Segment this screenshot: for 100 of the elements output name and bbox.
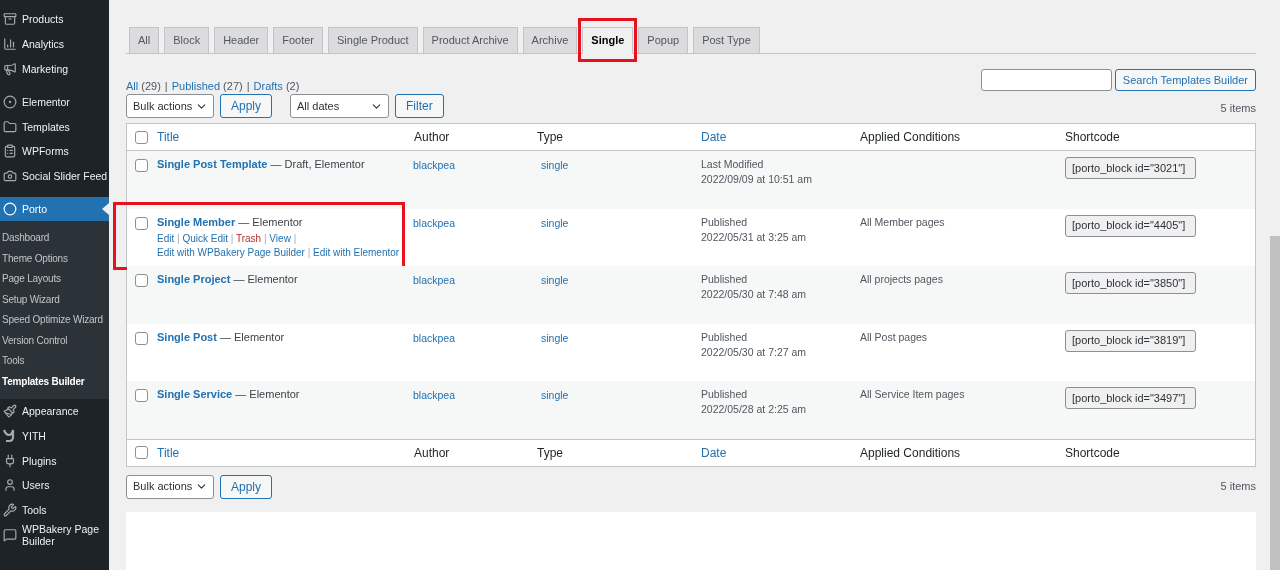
tab[interactable]: Single Product [328, 27, 418, 54]
date-value: 2022/09/09 at 10:51 am [701, 172, 813, 187]
shortcode-field[interactable]: [porto_block id="3819"] [1065, 329, 1196, 352]
checkbox[interactable] [135, 389, 148, 402]
type-link[interactable]: single [541, 216, 569, 229]
title-link[interactable]: Single Post Template [157, 158, 268, 170]
tab[interactable]: All [129, 27, 160, 54]
checkbox[interactable] [135, 159, 148, 172]
menu-item[interactable]: Plugins [0, 448, 109, 473]
author-link[interactable]: blackpea [413, 331, 456, 344]
conditions-text: All Post pages [860, 330, 928, 343]
dropdown[interactable]: All dates [290, 94, 390, 118]
menu-item[interactable]: Templates [0, 114, 109, 139]
date-value: 2022/05/28 at 2:25 am [701, 402, 808, 417]
apply-button[interactable]: Apply [220, 94, 273, 118]
menu-item[interactable]: Products [0, 7, 109, 32]
status-filter-link[interactable]: All (29) [126, 78, 161, 95]
tab[interactable]: Single [582, 27, 634, 54]
title-link[interactable]: Single Service [157, 388, 233, 400]
row-action-link[interactable]: Quick Edit [182, 232, 228, 244]
column-header[interactable]: Title [157, 445, 180, 460]
row-title: Single Service — Elementor [157, 387, 301, 401]
status-filter-link[interactable]: Drafts (2) [253, 78, 300, 95]
submenu-item[interactable]: Page Layouts [0, 268, 109, 290]
tab[interactable]: Archive [522, 27, 578, 54]
menu-item[interactable]: Tools [0, 497, 109, 523]
type-link[interactable]: single [541, 274, 569, 286]
menu-item[interactable]: Porto [0, 196, 109, 221]
row-action-link[interactable]: Edit with Elementor [313, 246, 400, 258]
title-link[interactable]: Single Member [157, 215, 236, 228]
checkbox[interactable] [135, 331, 148, 345]
shortcode-field[interactable]: [porto_block id="3021"] [1065, 157, 1196, 179]
menu-item[interactable]: YITH [0, 423, 109, 449]
user-icon [3, 478, 17, 493]
author-link[interactable]: blackpea [413, 216, 456, 229]
dropdown[interactable]: Bulk actions [126, 474, 214, 499]
row-action-link[interactable]: View [269, 232, 291, 244]
column-header: Shortcode [1065, 130, 1120, 144]
menu-item[interactable]: Users [0, 472, 109, 498]
separator: | [306, 246, 312, 258]
date-value: 2022/05/30 at 7:27 am [701, 344, 808, 360]
type-link[interactable]: single [541, 331, 569, 344]
megaphone-icon [3, 62, 17, 76]
submenu-item[interactable]: Speed Optimize Wizard [0, 309, 109, 331]
filter-button[interactable]: Filter [395, 94, 444, 118]
search-field[interactable] [980, 69, 1112, 91]
column-header[interactable]: Date [701, 130, 727, 144]
menu-item[interactable]: Analytics [0, 31, 109, 57]
column-header: Type [537, 130, 563, 144]
column-header[interactable]: Title [157, 130, 180, 144]
row-action-link[interactable]: Edit with WPBakery Page Builder [157, 246, 305, 258]
shortcode-field[interactable]: [porto_block id="3497"] [1065, 387, 1196, 409]
menu-item[interactable]: Social Slider Feed [0, 163, 109, 189]
checkbox[interactable] [135, 446, 148, 459]
tab[interactable]: Popup [638, 27, 689, 54]
status-filter-link[interactable]: Published (27) [171, 78, 243, 95]
tab[interactable]: Product Archive [422, 27, 518, 54]
tab[interactable]: Post Type [693, 27, 760, 54]
submenu-item[interactable]: Setup Wizard [0, 289, 109, 310]
row-action-link[interactable]: Trash [236, 232, 262, 244]
search-button[interactable]: Search Templates Builder [1114, 69, 1256, 91]
menu-item[interactable]: Marketing [0, 56, 109, 82]
checkbox[interactable] [135, 130, 148, 144]
author-link[interactable]: blackpea [413, 389, 456, 401]
conditions-text: All Service Item pages [860, 388, 965, 400]
author-link[interactable]: blackpea [413, 274, 456, 286]
row-action-link[interactable]: Edit [157, 232, 175, 244]
submenu-item[interactable]: Theme Options [0, 248, 109, 269]
type-link[interactable]: single [541, 159, 569, 171]
submenu-item[interactable]: Templates Builder [0, 371, 109, 392]
title-link[interactable]: Single Project [157, 273, 231, 285]
ring-icon [3, 201, 17, 216]
shortcode-field[interactable]: [porto_block id="3850"] [1065, 272, 1196, 294]
menu-item[interactable]: WPBakery Page Builder [0, 522, 109, 548]
dropdown[interactable]: Bulk actions [126, 94, 214, 118]
shortcode-field[interactable]: [porto_block id="4405"] [1065, 214, 1196, 237]
column-header: Type [537, 445, 563, 460]
submenu-item[interactable]: Tools [0, 350, 109, 372]
menu-item[interactable]: Appearance [0, 398, 109, 424]
archive-icon [3, 12, 17, 27]
submenu-item[interactable]: Dashboard [0, 227, 109, 249]
tab[interactable]: Block [164, 27, 210, 54]
title-link[interactable]: Single Post [157, 330, 217, 343]
row-title: Single Post — Elementor [157, 329, 286, 344]
menu-item[interactable]: Elementor [0, 89, 109, 115]
date-status: Published [701, 214, 749, 230]
type-link[interactable]: single [541, 389, 569, 401]
checkbox[interactable] [135, 216, 148, 230]
menu-item[interactable]: WPForms [0, 139, 109, 164]
tab[interactable]: Footer [273, 27, 323, 54]
column-header[interactable]: Date [701, 445, 727, 460]
apply-button[interactable]: Apply [220, 474, 273, 499]
submenu-item[interactable]: Version Control [0, 330, 109, 351]
column-header: Author [414, 445, 450, 460]
row-title: Single Post Template — Draft, Elementor [157, 157, 366, 171]
author-link[interactable]: blackpea [413, 159, 456, 171]
tab[interactable]: Header [214, 27, 269, 54]
date-status: Last Modified [701, 157, 765, 172]
date-value: 2022/05/31 at 3:25 am [701, 229, 808, 245]
checkbox[interactable] [135, 274, 148, 287]
